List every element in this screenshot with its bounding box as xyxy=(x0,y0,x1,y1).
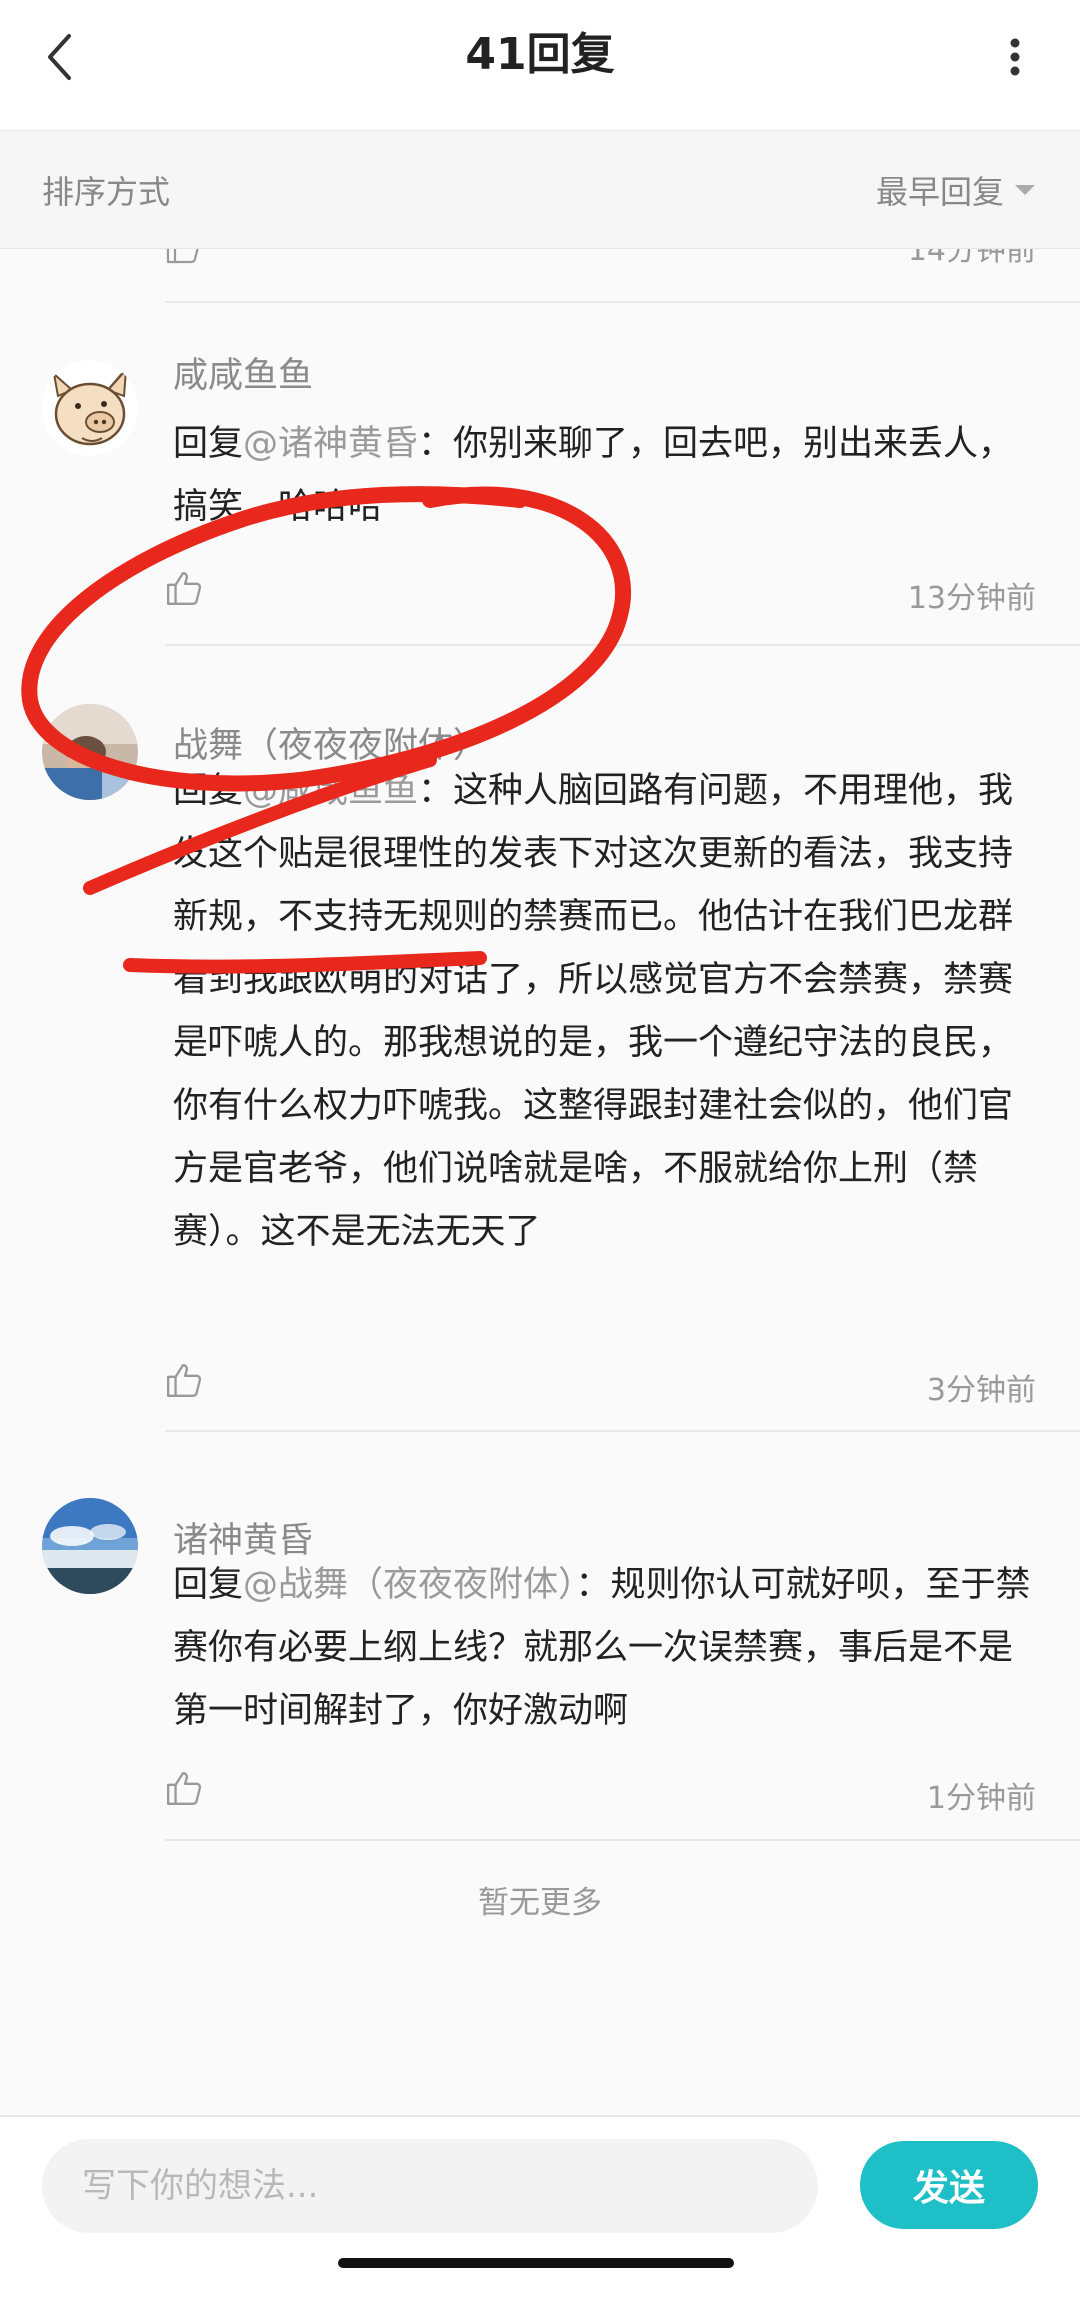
mention-link[interactable]: @战舞（夜夜夜附体） xyxy=(243,1565,576,1605)
pig-avatar-icon xyxy=(42,360,138,456)
landscape-avatar-icon xyxy=(42,1498,138,1594)
comment-text: ：这种人脑回路有问题，不用理他，我发这个贴是很理性的发表下对这次更新的看法，我支… xyxy=(173,771,1014,1252)
divider xyxy=(165,644,1080,646)
reply-composer: 发送 xyxy=(0,2115,1080,2300)
caret-down-icon xyxy=(1015,185,1035,195)
timestamp: 1分钟前 xyxy=(926,1781,1036,1816)
sort-order-dropdown[interactable]: 最早回复 xyxy=(876,167,1036,213)
send-button[interactable]: 发送 xyxy=(860,2141,1038,2229)
comment-footer: 3分钟前 xyxy=(165,1361,1036,1409)
mention-link[interactable]: @咸咸鱼鱼 xyxy=(243,771,418,811)
timestamp: 14分钟前 xyxy=(907,249,1036,268)
comment-body: 回复@诸神黄昏：你别来聊了，回去吧，别出来丢人，搞笑，哈哈哈 xyxy=(173,413,1038,539)
mention-link[interactable]: @诸神黄昏 xyxy=(243,424,418,464)
divider xyxy=(165,1839,1080,1841)
user-photo-avatar-icon xyxy=(42,704,138,800)
reply-input[interactable] xyxy=(42,2139,818,2233)
timestamp: 3分钟前 xyxy=(926,1373,1036,1408)
avatar[interactable] xyxy=(42,1498,138,1594)
sort-selected-value: 最早回复 xyxy=(875,173,1004,211)
comment-body: 回复@战舞（夜夜夜附体）：规则你认可就好呗，至于禁赛你有必要上纲上线？就那么一次… xyxy=(173,1554,1038,1743)
vertical-ellipsis-icon xyxy=(1010,38,1020,76)
more-options-button[interactable] xyxy=(990,22,1040,92)
avatar[interactable] xyxy=(42,704,138,800)
like-button[interactable] xyxy=(165,569,203,611)
divider xyxy=(165,301,1080,303)
reply-prefix: 回复 xyxy=(173,1565,244,1605)
sort-bar: 排序方式 最早回复 xyxy=(0,131,1080,249)
like-button[interactable] xyxy=(165,249,201,269)
thumbs-up-icon xyxy=(166,249,199,264)
comment-body: 回复@咸咸鱼鱼：这种人脑回路有问题，不用理他，我发这个贴是很理性的发表下对这次更… xyxy=(173,760,1038,1264)
page-title: 41回复 xyxy=(465,29,615,80)
like-button[interactable] xyxy=(165,1361,203,1403)
thumbs-up-icon xyxy=(167,1772,202,1805)
thumbs-up-icon xyxy=(167,1364,202,1397)
reply-prefix: 回复 xyxy=(173,771,244,811)
comment-author[interactable]: 咸咸鱼鱼 xyxy=(173,352,313,400)
no-more-label: 暂无更多 xyxy=(478,1885,602,1921)
avatar[interactable] xyxy=(42,360,138,456)
top-bar: 41回复 xyxy=(0,0,1080,131)
reply-list: 14分钟前 咸咸鱼鱼 回复@诸神黄昏：你别来聊了，回去吧，别出来丢人，搞笑，哈哈… xyxy=(0,249,1080,2114)
reply-prefix: 回复 xyxy=(173,424,244,464)
comment-footer: 1分钟前 xyxy=(165,1769,1036,1817)
comment-footer: 13分钟前 xyxy=(165,569,1036,617)
thumbs-up-icon xyxy=(167,572,202,605)
divider xyxy=(165,1430,1080,1432)
home-indicator xyxy=(338,2258,734,2268)
sort-label: 排序方式 xyxy=(42,173,171,211)
like-button[interactable] xyxy=(165,1769,203,1811)
timestamp: 13分钟前 xyxy=(907,581,1036,616)
previous-comment-footer: 14分钟前 xyxy=(165,249,1036,268)
